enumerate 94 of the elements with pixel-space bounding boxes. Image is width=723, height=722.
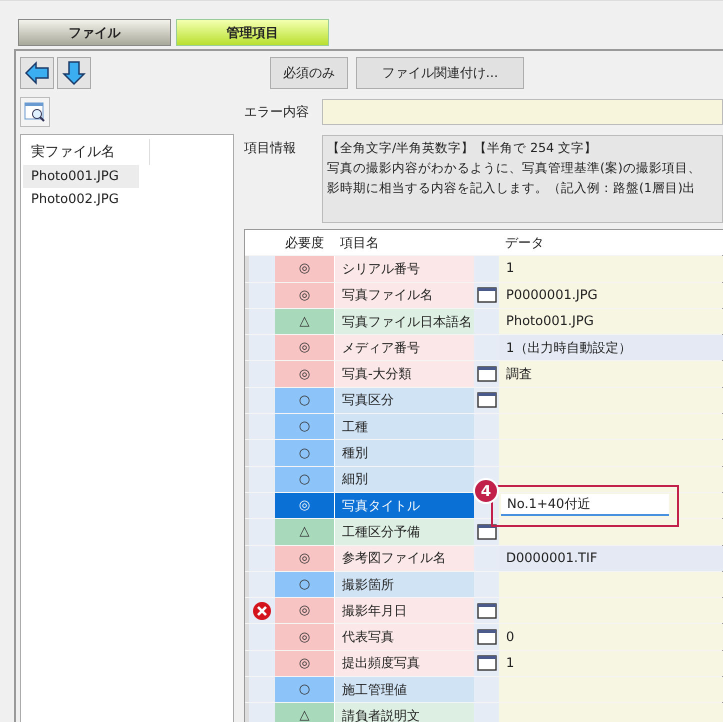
left-arrow-icon: [24, 61, 50, 85]
row-header: [245, 677, 275, 702]
requirement-mark: ○: [275, 677, 334, 702]
data-cell[interactable]: 1（出力時自動設定）: [499, 335, 723, 360]
requirement-mark: ◎: [275, 256, 334, 282]
row-header: [245, 519, 275, 545]
data-cell[interactable]: 1: [499, 650, 723, 676]
data-input-field[interactable]: No.1+40付近: [501, 494, 669, 516]
file-item[interactable]: Photo001.JPG: [23, 165, 139, 188]
requirement-mark: ◎: [275, 335, 334, 360]
item-name[interactable]: 参考図ファイル名: [334, 546, 474, 571]
requirement-mark: ○: [275, 572, 334, 598]
row-header: [245, 361, 275, 387]
requirement-mark: ◎: [275, 624, 334, 650]
requirement-mark: ◎: [275, 282, 334, 308]
data-cell[interactable]: [499, 572, 723, 598]
down-arrow-icon: [62, 60, 86, 86]
data-cell[interactable]: 調査: [499, 361, 723, 387]
item-name[interactable]: 写真タイトル: [334, 492, 474, 518]
tab[interactable]: ファイル: [18, 19, 171, 46]
window-icon[interactable]: [476, 602, 496, 619]
file-item[interactable]: Photo002.JPG: [23, 188, 139, 211]
picker-cell: [474, 440, 499, 466]
data-cell[interactable]: Photo001.JPG: [499, 308, 723, 334]
item-name[interactable]: 工種区分予備: [334, 519, 474, 545]
data-cell[interactable]: 1: [499, 256, 723, 282]
window-icon[interactable]: [476, 366, 496, 382]
requirement-mark: ○: [275, 414, 334, 440]
field-label: エラー内容: [244, 104, 310, 122]
picker-cell: [474, 703, 499, 722]
window-icon[interactable]: [476, 524, 496, 540]
data-cell[interactable]: No.1+40付近: [499, 492, 723, 518]
requirement-mark: ◎: [275, 492, 334, 518]
item-name[interactable]: 種別: [334, 440, 474, 466]
data-cell[interactable]: [499, 677, 723, 702]
tab[interactable]: 管理項目: [176, 19, 329, 46]
toolbar-button[interactable]: 必須のみ: [270, 57, 348, 89]
requirement-mark: ○: [275, 388, 334, 414]
requirement-mark: ◎: [275, 650, 334, 676]
row-header: [245, 282, 275, 308]
row-header: [245, 414, 275, 440]
preview-button[interactable]: [20, 97, 50, 127]
data-cell[interactable]: 0: [499, 624, 723, 650]
window-icon[interactable]: [476, 392, 496, 408]
row-header: [245, 388, 275, 414]
requirement-mark: △: [275, 308, 334, 334]
requirement-mark: ○: [275, 466, 334, 492]
requirement-mark: △: [275, 519, 334, 545]
row-header: [245, 650, 275, 676]
row-header: [245, 466, 275, 492]
data-cell[interactable]: D0000001.TIF: [499, 546, 723, 571]
magnifier-window-icon: [23, 100, 47, 124]
down-arrow-button[interactable]: [57, 57, 91, 89]
row-header: [245, 308, 275, 334]
item-name[interactable]: 写真ファイル日本語名: [334, 308, 474, 334]
item-name[interactable]: 撮影箇所: [334, 572, 474, 598]
item-name[interactable]: 写真区分: [334, 388, 474, 414]
info-text: 影時期に相当する内容を記入します。（記入例：路盤(1層目)出: [327, 179, 697, 197]
window-icon[interactable]: [476, 287, 496, 304]
data-cell[interactable]: [499, 388, 723, 414]
window-icon[interactable]: [476, 629, 496, 646]
toolbar-button[interactable]: ファイル関連付け...: [356, 57, 524, 89]
info-text: 【全角文字/半角英数字】【半角で 254 文字】: [327, 139, 598, 157]
requirement-mark: ◎: [275, 598, 334, 624]
requirement-mark: ◎: [275, 546, 334, 571]
window-icon[interactable]: [476, 655, 496, 672]
row-header: [245, 492, 275, 518]
requirement-mark: ◎: [275, 361, 334, 387]
item-name[interactable]: 撮影年月日: [334, 598, 474, 624]
item-name[interactable]: 提出頻度写真: [334, 650, 474, 676]
data-cell[interactable]: [499, 466, 723, 492]
item-name[interactable]: 細別: [334, 466, 474, 492]
data-cell[interactable]: [499, 598, 723, 624]
item-name[interactable]: 請負者説明文: [334, 703, 474, 722]
data-cell[interactable]: [499, 440, 723, 466]
item-name[interactable]: 工種: [334, 414, 474, 440]
item-name[interactable]: メディア番号: [334, 335, 474, 360]
row-header: [245, 440, 275, 466]
requirement-mark: △: [275, 703, 334, 722]
row-header: [245, 546, 275, 571]
item-name[interactable]: シリアル番号: [334, 256, 474, 282]
field-label: 項目情報: [244, 140, 297, 158]
row-header: [245, 256, 275, 282]
data-cell[interactable]: [499, 414, 723, 440]
requirement-mark: ○: [275, 440, 334, 466]
item-name[interactable]: 施工管理値: [334, 677, 474, 702]
row-header: [245, 335, 275, 360]
item-name[interactable]: 写真ファイル名: [334, 282, 474, 308]
left-arrow-button[interactable]: [20, 57, 54, 89]
data-cell[interactable]: [499, 519, 723, 545]
info-text: 写真の撮影内容がわかるように、写真管理基準(案)の撮影項目、: [327, 159, 702, 177]
item-name[interactable]: 代表写真: [334, 624, 474, 650]
data-cell[interactable]: P0000001.JPG: [499, 282, 723, 308]
item-name[interactable]: 写真-大分類: [334, 361, 474, 387]
